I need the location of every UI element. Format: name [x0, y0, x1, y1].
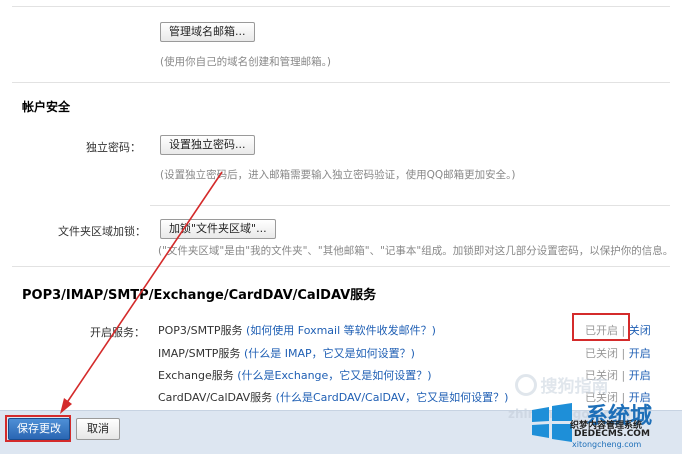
top-divider [12, 6, 670, 7]
manage-domain-mail-button[interactable]: 管理域名邮箱... [160, 22, 255, 42]
independent-password-hint: (设置独立密码后，进入邮箱需要输入独立密码验证，使用QQ邮箱更加安全。) [160, 169, 516, 181]
service-row: Exchange服务 (什么是Exchange，它又是如何设置？) [158, 367, 432, 383]
service-name: CardDAV/CalDAV服务 [158, 391, 273, 404]
folder-lock-label: 文件夹区域加锁： [58, 225, 146, 238]
sogou-watermark-text: 搜狗指南 [540, 377, 609, 397]
services-title: POP3/IMAP/SMTP/Exchange/CardDAV/CalDAV服务 [22, 288, 377, 303]
folder-lock-hint: ("文件夹区域"是由"我的文件夹"、"其他邮箱"、"记事本"组成。加锁即对这几部… [158, 245, 674, 257]
cancel-button[interactable]: 取消 [76, 418, 120, 440]
set-independent-password-button[interactable]: 设置独立密码... [160, 135, 255, 155]
lock-folder-area-button[interactable]: 加锁"文件夹区域"... [160, 219, 276, 239]
service-row: CardDAV/CalDAV服务 (什么是CardDAV/CalDAV，它又是如… [158, 389, 508, 405]
sogou-watermark: 搜狗指南 [515, 372, 609, 397]
section-divider-3 [12, 266, 670, 267]
windows-logo-icon [532, 403, 572, 442]
account-security-title: 帐户安全 [22, 100, 71, 114]
service-toggle-link[interactable]: 开启 [629, 369, 651, 382]
service-name: IMAP/SMTP服务 [158, 347, 241, 360]
service-help-link[interactable]: (如何使用 Foxmail 等软件收发邮件？) [246, 324, 436, 337]
status-highlight-box [572, 313, 630, 341]
domain-mail-hint: (使用你自己的域名创建和管理邮箱。) [160, 56, 331, 68]
service-name: POP3/SMTP服务 [158, 324, 243, 337]
status-separator: | [621, 369, 626, 382]
service-row: IMAP/SMTP服务 (什么是 IMAP，它又是如何设置？) [158, 345, 415, 361]
sogou-logo-icon [515, 373, 537, 396]
xitong-domain: xitongcheng.com [572, 440, 642, 449]
service-toggle-link[interactable]: 关闭 [629, 324, 651, 337]
section-divider-1 [12, 82, 670, 83]
service-help-link[interactable]: (什么是 IMAP，它又是如何设置？) [244, 347, 415, 360]
xitong-url: DEDECMS.COM [574, 429, 650, 439]
service-row: POP3/SMTP服务 (如何使用 Foxmail 等软件收发邮件？) [158, 322, 436, 338]
service-toggle-link[interactable]: 开启 [629, 347, 651, 360]
service-name: Exchange服务 [158, 369, 234, 382]
service-help-link[interactable]: (什么是CardDAV/CalDAV，它又是如何设置？) [276, 391, 509, 404]
service-help-link[interactable]: (什么是Exchange，它又是如何设置？) [237, 369, 431, 382]
service-status: 已关闭 [585, 347, 618, 360]
enable-service-label: 开启服务： [90, 326, 145, 339]
section-divider-2 [150, 205, 670, 206]
independent-password-label: 独立密码： [86, 141, 141, 154]
status-separator: | [621, 347, 626, 360]
save-changes-button[interactable]: 保存更改 [8, 418, 70, 440]
service-status-toggle: 已关闭 | 开启 [585, 345, 651, 361]
